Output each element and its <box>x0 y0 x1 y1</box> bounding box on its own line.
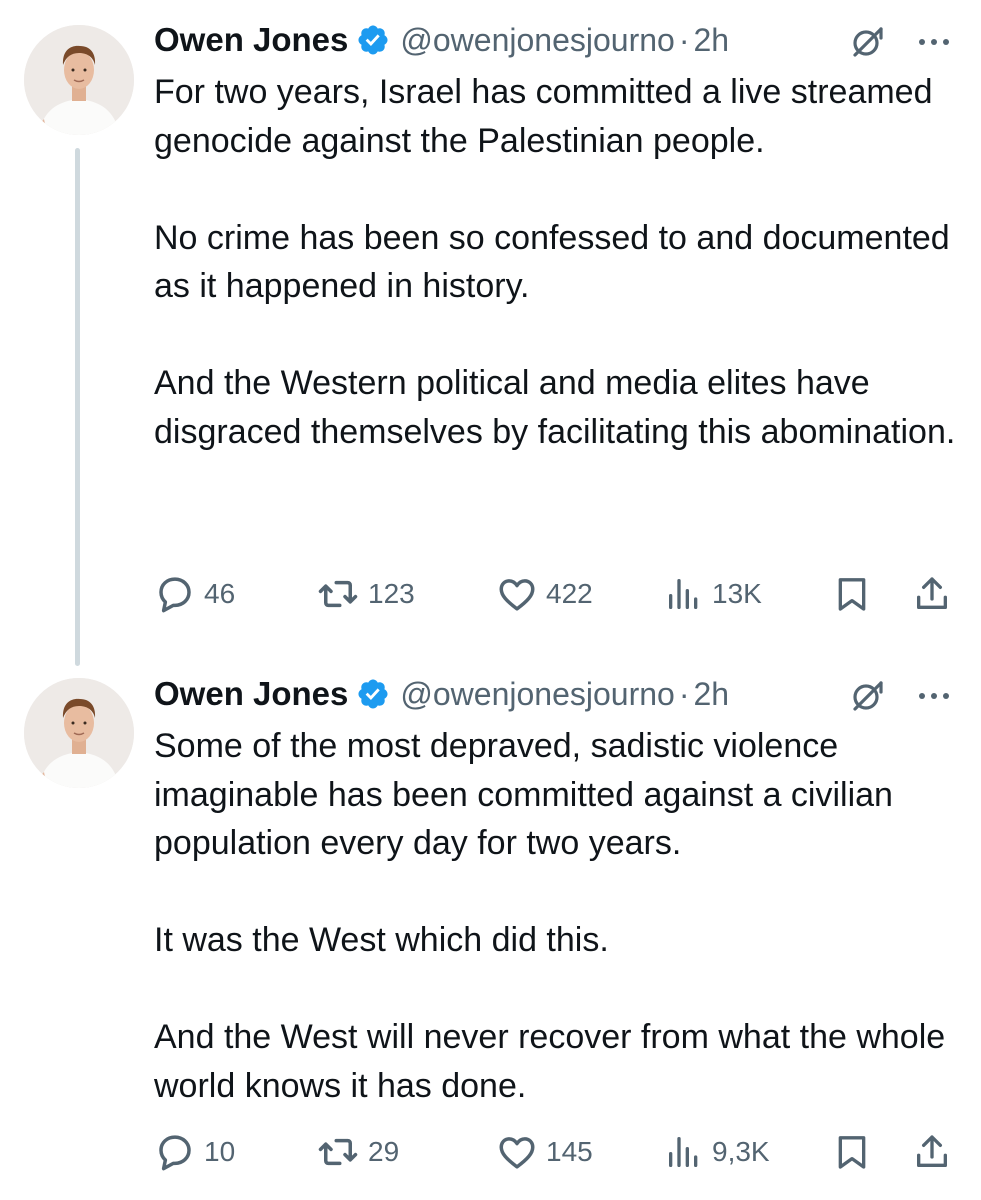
separator-dot: · <box>678 21 690 58</box>
tweet-text: For two years, Israel has committed a li… <box>154 68 964 456</box>
repost-icon <box>316 1131 360 1173</box>
grok-icon[interactable] <box>848 22 888 62</box>
tweet-text: Some of the most depraved, sadistic viol… <box>154 722 964 1110</box>
reply-count: 46 <box>204 578 236 609</box>
views-icon <box>664 1131 704 1173</box>
heart-icon <box>496 1131 538 1173</box>
view-count: 9,3K <box>712 1136 770 1167</box>
author-handle[interactable]: @owenjonesjourno <box>400 22 674 59</box>
repost-icon <box>316 573 360 615</box>
bookmark-icon <box>832 1131 872 1173</box>
avatar[interactable] <box>24 25 134 135</box>
like-button[interactable]: 145 <box>496 1128 593 1176</box>
thread-connector-line <box>75 148 80 666</box>
reply-button[interactable]: 10 <box>154 1128 235 1176</box>
tweet-actions: 10 29 145 9,3K <box>154 1128 964 1176</box>
tweet-header: Owen Jones @owenjonesjourno · 2h <box>154 20 729 60</box>
like-count: 145 <box>546 1136 593 1167</box>
bookmark-button[interactable] <box>832 570 872 618</box>
author-handle[interactable]: @owenjonesjourno <box>400 676 674 713</box>
tweet-paragraph: Some of the most depraved, sadistic viol… <box>154 727 893 862</box>
repost-button[interactable]: 29 <box>316 1128 399 1176</box>
bookmark-button[interactable] <box>832 1128 872 1176</box>
tweet-paragraph: It was the West which did this. <box>154 921 609 959</box>
bookmark-icon <box>832 573 872 615</box>
heart-icon <box>496 573 538 615</box>
repost-count: 29 <box>368 1136 400 1167</box>
reply-icon <box>154 1131 196 1173</box>
more-icon[interactable] <box>912 22 956 62</box>
share-button[interactable] <box>912 570 952 618</box>
more-icon[interactable] <box>912 676 956 716</box>
author-name[interactable]: Owen Jones <box>154 21 348 59</box>
like-button[interactable]: 422 <box>496 570 593 618</box>
avatar[interactable] <box>24 678 134 788</box>
tweet-actions: 46 123 422 13K <box>154 570 964 618</box>
tweet-paragraph: No crime has been so confessed to and do… <box>154 218 950 306</box>
verified-badge-icon[interactable] <box>356 677 390 711</box>
timestamp[interactable]: 2h <box>693 676 729 713</box>
repost-button[interactable]: 123 <box>316 570 415 618</box>
tweet-paragraph: For two years, Israel has committed a li… <box>154 73 933 160</box>
separator-dot: · <box>678 675 690 712</box>
reply-button[interactable]: 46 <box>154 570 235 618</box>
views-icon <box>664 573 704 615</box>
tweet-paragraph: And the Western political and media elit… <box>154 364 956 451</box>
views-button[interactable]: 9,3K <box>664 1128 770 1176</box>
timestamp[interactable]: 2h <box>693 22 729 59</box>
tweet-header: Owen Jones @owenjonesjourno · 2h <box>154 674 729 714</box>
tweet-paragraph: And the West will never recover from wha… <box>154 1018 946 1105</box>
like-count: 422 <box>546 578 593 609</box>
repost-count: 123 <box>368 578 415 609</box>
author-name[interactable]: Owen Jones <box>154 675 348 713</box>
share-button[interactable] <box>912 1128 952 1176</box>
share-icon <box>912 573 952 615</box>
view-count: 13K <box>712 578 762 609</box>
verified-badge-icon[interactable] <box>356 23 390 57</box>
reply-icon <box>154 573 196 615</box>
share-icon <box>912 1131 952 1173</box>
grok-icon[interactable] <box>848 676 888 716</box>
views-button[interactable]: 13K <box>664 570 762 618</box>
reply-count: 10 <box>204 1136 236 1167</box>
